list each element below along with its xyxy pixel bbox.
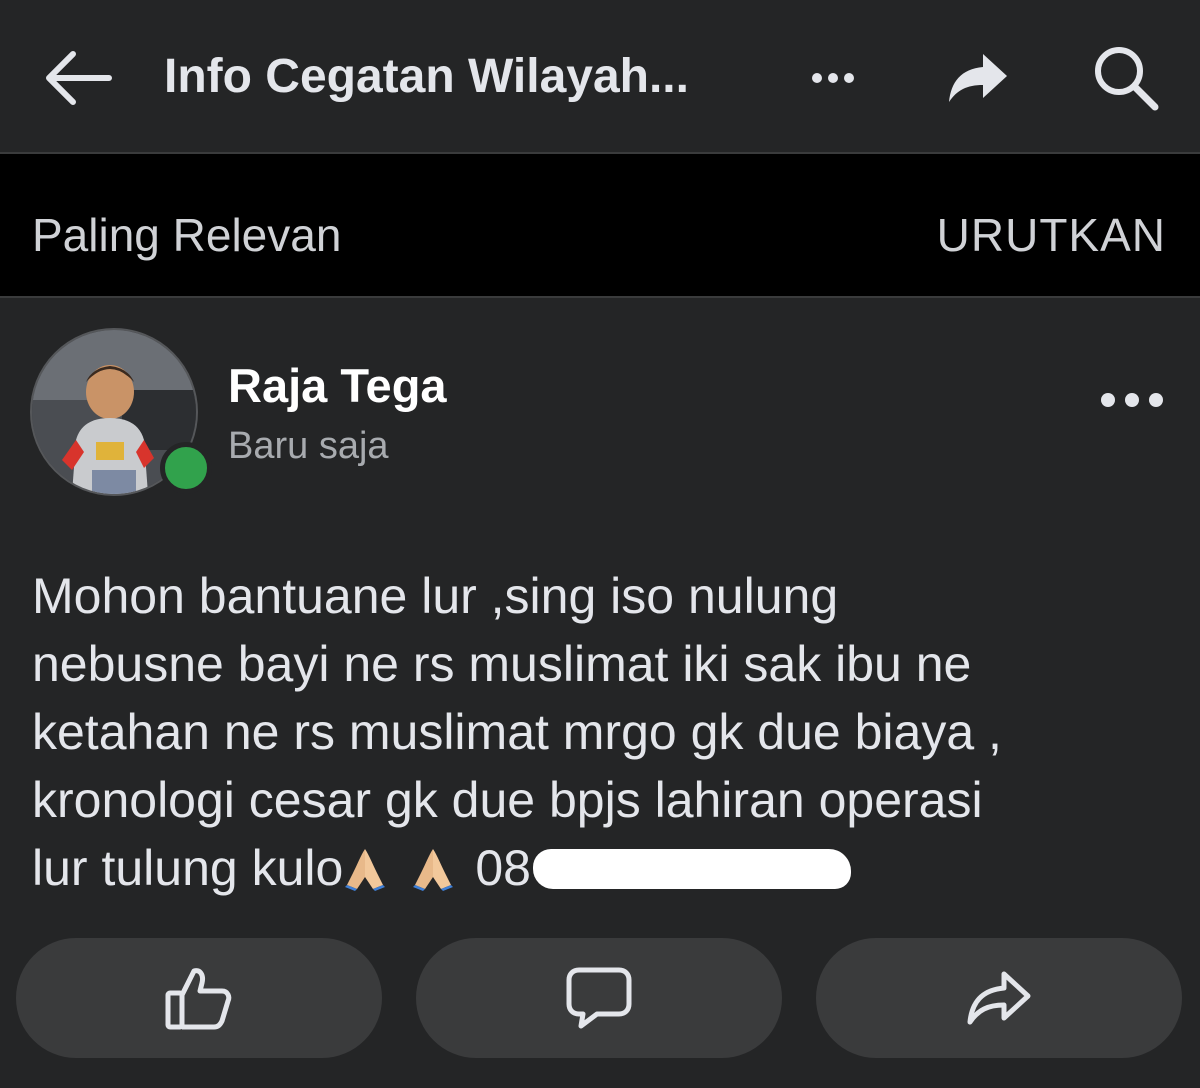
post-text: Mohon bantuane lur ,sing iso nulung nebu… [32, 562, 1172, 902]
post-timestamp[interactable]: Baru saja [228, 420, 389, 472]
phone-number-prefix: 08 [475, 840, 531, 896]
sort-label: Paling Relevan [32, 209, 342, 261]
share-arrow-icon [949, 54, 1007, 102]
arrow-left-icon [46, 51, 112, 105]
more-button[interactable] [800, 50, 866, 106]
comment-button[interactable] [416, 938, 782, 1058]
share-icon [967, 971, 1031, 1025]
online-status-indicator [160, 442, 212, 494]
like-button[interactable] [16, 938, 382, 1058]
back-button[interactable] [38, 40, 118, 116]
post-text-line: kronologi cesar gk due bpjs lahiran oper… [32, 772, 983, 828]
post-text-line-last: lur tulung kulo 08 [32, 834, 1172, 902]
search-icon [1095, 47, 1159, 111]
folded-hands-emoji-icon [345, 849, 386, 891]
search-button[interactable] [1086, 40, 1166, 116]
folded-hands-emoji-icon [413, 849, 454, 891]
share-top-button[interactable] [942, 44, 1014, 112]
post-author-name[interactable]: Raja Tega [228, 356, 447, 416]
post-text-line: Mohon bantuane lur ,sing iso nulung [32, 568, 839, 624]
more-horizontal-icon [1101, 393, 1163, 407]
thumbs-up-icon [165, 968, 232, 1030]
redacted-phone-number [532, 849, 851, 889]
more-dots-icon [812, 73, 854, 83]
post-text-line: ketahan ne rs muslimat mrgo gk due biaya… [32, 704, 1002, 760]
share-button[interactable] [816, 938, 1182, 1058]
comment-bubble-icon [566, 967, 632, 1029]
post-text-segment: lur tulung kulo [32, 840, 344, 896]
facebook-group-search-screen: Info Cegatan Wilayah... Paling Relevan U… [0, 0, 1200, 1088]
post-options-button[interactable] [1090, 372, 1174, 428]
sort-button[interactable]: URUTKAN [937, 200, 1166, 270]
post-text-line: nebusne bayi ne rs muslimat iki sak ibu … [32, 636, 972, 692]
page-title: Info Cegatan Wilayah... [164, 50, 689, 103]
